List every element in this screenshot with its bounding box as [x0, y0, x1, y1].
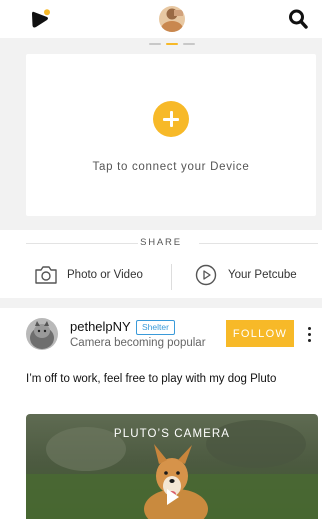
share-section: SHARE Photo or Video Your Petcube [0, 230, 322, 298]
plus-icon[interactable] [153, 101, 189, 137]
divider-line [199, 243, 318, 244]
video-title: PLUTO’S CAMERA [113, 428, 231, 440]
connect-device-label: Tap to connect your Device [92, 161, 250, 173]
photo-or-video-button[interactable]: Photo or Video [34, 260, 143, 290]
more-vertical-icon[interactable] [303, 325, 317, 343]
post-text: I’m off to work, feel free to play with … [26, 373, 277, 385]
post-avatar[interactable] [26, 318, 58, 350]
search-icon[interactable] [288, 8, 308, 30]
play-circle-icon [195, 264, 217, 286]
photo-or-video-label: Photo or Video [67, 269, 143, 281]
page-dot-active [166, 43, 178, 45]
feed-post: pethelpNY Shelter Camera becoming popula… [0, 308, 322, 519]
post-subtitle: Camera becoming popular [70, 337, 206, 349]
your-petcube-label: Your Petcube [228, 269, 297, 281]
share-divider [171, 264, 172, 290]
user-avatar-icon[interactable] [159, 6, 185, 32]
section-gap [0, 298, 322, 308]
post-video-thumbnail[interactable]: PLUTO’S CAMERA [26, 414, 318, 519]
post-username[interactable]: pethelpNY [70, 319, 131, 334]
petcube-logo-icon[interactable] [30, 9, 52, 29]
shelter-badge: Shelter [136, 320, 175, 335]
your-petcube-button[interactable]: Your Petcube [195, 260, 297, 290]
connect-device-card[interactable]: Tap to connect your Device [26, 54, 316, 216]
page-indicator [149, 43, 195, 46]
camera-icon [35, 266, 57, 284]
top-bar [0, 0, 322, 38]
follow-button[interactable]: FOLLOW [226, 320, 294, 347]
play-icon[interactable] [167, 489, 179, 505]
page-dot [183, 43, 195, 45]
page-dot [149, 43, 161, 45]
